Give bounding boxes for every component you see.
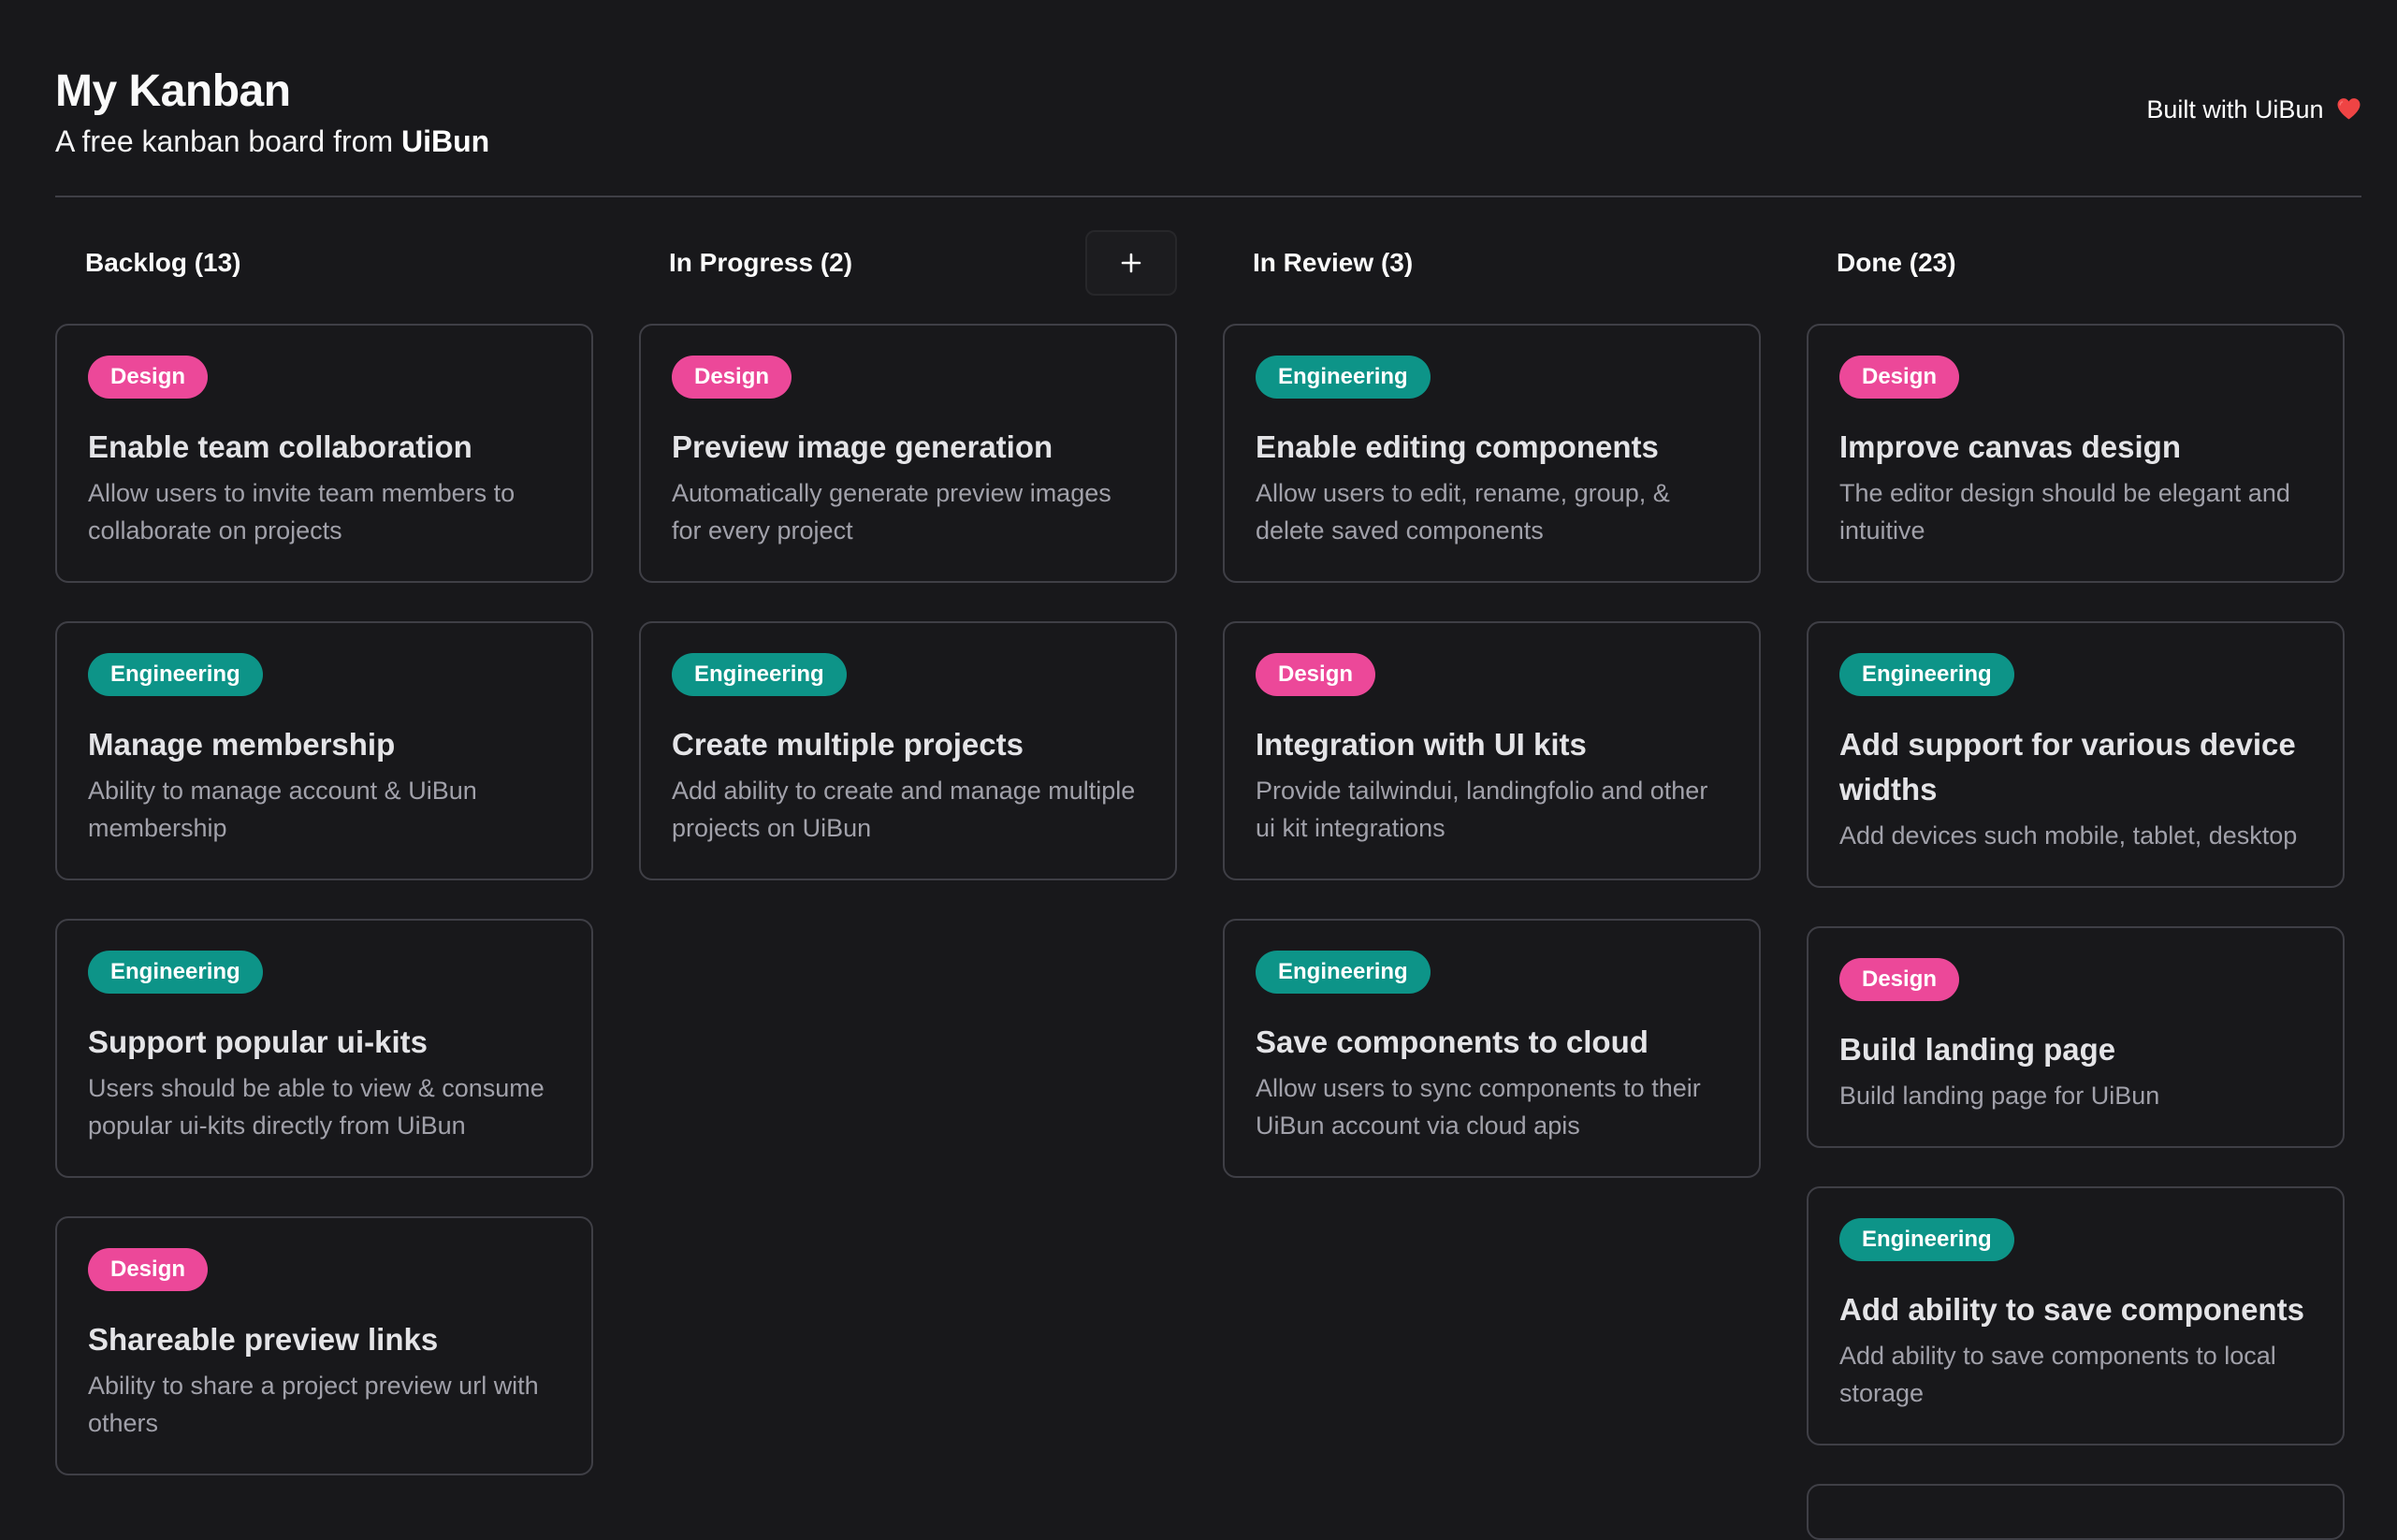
card-title: Build landing page	[1839, 1032, 2116, 1067]
add-card-button[interactable]	[1085, 230, 1177, 296]
card-title: Enable editing components	[1256, 429, 1659, 464]
kanban-card[interactable]: Design Preview image generation Automati…	[639, 324, 1177, 583]
card-title: Create multiple projects	[672, 727, 1024, 762]
kanban-card-partial[interactable]	[1807, 1484, 2345, 1540]
card-title: Enable team collaboration	[88, 429, 472, 464]
kanban-card[interactable]: Design Improve canvas design The editor …	[1807, 324, 2345, 583]
card-description: Add ability to save components to local …	[1839, 1342, 2276, 1407]
tag-badge: Engineering	[1839, 653, 2014, 696]
kanban-card[interactable]: Design Build landing page Build landing …	[1807, 926, 2345, 1148]
column-title: Done (23)	[1837, 248, 1956, 277]
card-description: Automatically generate preview images fo…	[672, 479, 1111, 545]
column-title: In Progress (2)	[669, 248, 853, 277]
tag-badge: Engineering	[1256, 356, 1431, 399]
kanban-card[interactable]: Design Enable team collaboration Allow u…	[55, 324, 593, 583]
tag-badge: Engineering	[1839, 1218, 2014, 1261]
page-title: My Kanban	[55, 66, 291, 116]
tag-badge: Design	[1256, 653, 1376, 696]
tag-badge: Design	[88, 1248, 209, 1291]
card-title: Add ability to save components	[1839, 1292, 2304, 1327]
card-title: Integration with UI kits	[1256, 727, 1587, 762]
tag-badge: Engineering	[88, 951, 263, 994]
tag-badge: Design	[88, 356, 209, 399]
card-title: Manage membership	[88, 727, 396, 762]
column-done: Done (23) Design Improve canvas design T…	[1807, 230, 2345, 1540]
column-header: Done (23)	[1807, 230, 2345, 324]
kanban-card[interactable]: Engineering Manage membership Ability to…	[55, 621, 593, 880]
page-header: My Kanban A free kanban board from UiBun…	[55, 60, 2361, 197]
card-title: Shareable preview links	[88, 1322, 439, 1357]
card-description: Users should be able to view & consume p…	[88, 1074, 545, 1140]
kanban-card[interactable]: Engineering Enable editing components Al…	[1223, 324, 1761, 583]
card-description: The editor design should be elegant and …	[1839, 479, 2290, 545]
card-description: Add devices such mobile, tablet, desktop	[1839, 821, 2298, 850]
tag-badge: Design	[1839, 356, 1960, 399]
kanban-card[interactable]: Engineering Support popular ui-kits User…	[55, 919, 593, 1178]
column-header: Backlog (13)	[55, 230, 593, 324]
kanban-board: Backlog (13) Design Enable team collabor…	[55, 230, 2345, 1540]
kanban-card[interactable]: Design Integration with UI kits Provide …	[1223, 621, 1761, 880]
card-description: Allow users to edit, rename, group, & de…	[1256, 479, 1670, 545]
card-description: Add ability to create and manage multipl…	[672, 777, 1136, 842]
card-title: Add support for various device widths	[1839, 727, 2296, 806]
subtitle-brand: UiBun	[401, 124, 490, 158]
card-title: Preview image generation	[672, 429, 1053, 464]
card-description: Ability to manage account & UiBun member…	[88, 777, 477, 842]
card-description: Allow users to invite team members to co…	[88, 479, 516, 545]
built-with-label: Built with UiBun	[2146, 95, 2324, 123]
card-description: Ability to share a project preview url w…	[88, 1372, 539, 1437]
page-subtitle: A free kanban board from UiBun	[55, 124, 489, 159]
kanban-card[interactable]: Engineering Add ability to save componen…	[1807, 1186, 2345, 1446]
built-with-link[interactable]: Built with UiBun	[2146, 95, 2361, 124]
column-header: In Progress (2)	[639, 230, 1177, 324]
card-description: Provide tailwindui, landingfolio and oth…	[1256, 777, 1708, 842]
card-title: Support popular ui-kits	[88, 1024, 428, 1059]
kanban-card[interactable]: Engineering Save components to cloud All…	[1223, 919, 1761, 1178]
kanban-card[interactable]: Engineering Add support for various devi…	[1807, 621, 2345, 888]
kanban-card[interactable]: Engineering Create multiple projects Add…	[639, 621, 1177, 880]
column-in-review: In Review (3) Engineering Enable editing…	[1223, 230, 1761, 1538]
tag-badge: Design	[672, 356, 792, 399]
column-backlog: Backlog (13) Design Enable team collabor…	[55, 230, 593, 1538]
tag-badge: Design	[1839, 958, 1960, 1001]
plus-icon	[1121, 253, 1141, 273]
card-description: Allow users to sync components to their …	[1256, 1074, 1701, 1140]
tag-badge: Engineering	[88, 653, 263, 696]
tag-badge: Engineering	[1256, 951, 1431, 994]
column-header: In Review (3)	[1223, 230, 1761, 324]
kanban-card[interactable]: Design Shareable preview links Ability t…	[55, 1216, 593, 1475]
column-title: Backlog (13)	[85, 248, 241, 277]
card-title: Save components to cloud	[1256, 1024, 1649, 1059]
subtitle-prefix: A free kanban board from	[55, 124, 401, 158]
card-description: Build landing page for UiBun	[1839, 1082, 2160, 1110]
tag-badge: Engineering	[672, 653, 847, 696]
column-in-progress: In Progress (2) Design Preview image gen…	[639, 230, 1177, 1538]
column-title: In Review (3)	[1253, 248, 1414, 277]
card-title: Improve canvas design	[1839, 429, 2181, 464]
heart-icon	[2337, 98, 2361, 120]
